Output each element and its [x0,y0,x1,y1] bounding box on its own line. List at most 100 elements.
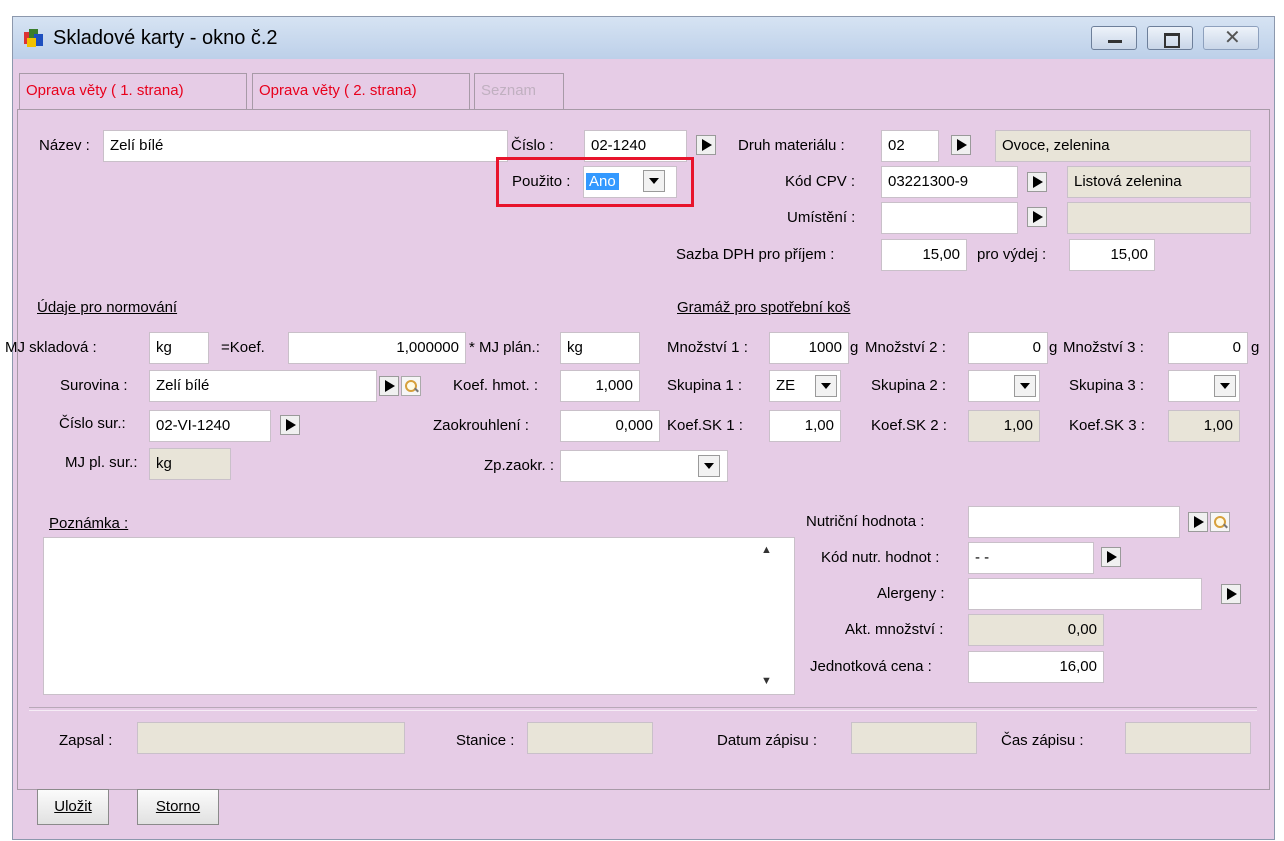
unit-price-field[interactable]: 16,00 [968,651,1104,683]
maximize-icon [1164,33,1180,48]
stock-unit-field[interactable]: kg [149,332,209,364]
number-lookup-icon[interactable] [696,135,716,155]
group2-dropdown-icon[interactable] [1014,375,1036,397]
station-label: Stanice : [456,732,515,749]
quantity1-label: Množství 1 : [667,339,748,356]
used-dropdown-icon[interactable] [643,170,665,192]
raw-material-label: Surovina : [60,377,128,394]
location-text [1067,202,1251,234]
title-bar: Skladové karty - okno č.2 ✕ [13,17,1274,59]
location-label: Umístění : [787,209,856,226]
current-qty-field: 0,00 [968,614,1104,646]
used-value: Ano [586,173,619,190]
allergens-field[interactable] [968,578,1202,610]
time-field [1125,722,1251,754]
material-type-label: Druh materiálu : [738,137,845,154]
nutrition-lookup-icon[interactable] [1188,512,1208,532]
material-type-lookup-icon[interactable] [951,135,971,155]
note-textarea[interactable] [43,537,795,695]
date-field [851,722,977,754]
weight-coef-field[interactable]: 1,000 [560,370,640,402]
save-button[interactable]: Uložit [37,789,109,825]
material-type-field[interactable]: 02 [881,130,939,162]
nutrition-code-lookup-icon[interactable] [1101,547,1121,567]
quantity3-field[interactable]: 0 [1168,332,1248,364]
current-qty-label: Akt. množství : [845,621,944,638]
minimize-button[interactable] [1091,26,1137,50]
nutrition-search-icon[interactable] [1210,512,1230,532]
cpv-field[interactable]: 03221300-9 [881,166,1018,198]
maximize-button[interactable] [1147,26,1193,50]
cpv-text: Listová zelenina [1067,166,1251,198]
raw-plan-unit-field: kg [149,448,231,480]
group-coef2-label: Koef.SK 2 : [871,417,947,434]
footer-divider [29,707,1257,711]
tab-page-2[interactable]: Oprava věty ( 2. strana) [252,73,470,109]
cpv-lookup-icon[interactable] [1027,172,1047,192]
quantity3-label: Množství 3 : [1063,339,1144,356]
tab-page-1[interactable]: Oprava věty ( 1. strana) [19,73,247,109]
cancel-button[interactable]: Storno [137,789,219,825]
raw-number-lookup-icon[interactable] [280,415,300,435]
minimize-icon [1108,40,1122,43]
group3-dropdown-icon[interactable] [1214,375,1236,397]
scroll-down-icon[interactable]: ▼ [761,675,772,687]
unit-price-label: Jednotková cena : [810,658,932,675]
group1-label: Skupina 1 : [667,377,743,394]
nutrition-code-field[interactable]: - - [968,542,1094,574]
written-by-label: Zapsal : [59,732,113,749]
group-coef3-label: Koef.SK 3 : [1069,417,1145,434]
allergens-lookup-icon[interactable] [1221,584,1241,604]
app-icon [24,29,43,47]
group1-dropdown-icon[interactable] [815,375,837,397]
stock-unit-label: MJ skladová : [5,339,97,356]
tab-list[interactable]: Seznam [474,73,564,109]
raw-number-field[interactable]: 02-VI-1240 [149,410,271,442]
note-label: Poznámka : [49,515,129,532]
number-label: Číslo : [511,137,554,154]
vat-in-label: Sazba DPH pro příjem : [676,246,835,263]
group-coef1-field[interactable]: 1,00 [769,410,841,442]
quantity2-unit: g [1049,339,1058,356]
nutrition-value-label: Nutriční hodnota : [806,513,925,530]
quantity1-field[interactable]: 1000 [769,332,849,364]
vat-in-field[interactable]: 15,00 [881,239,967,271]
quantity2-field[interactable]: 0 [968,332,1048,364]
rounding-label: Zaokrouhlení : [433,417,529,434]
group-coef1-label: Koef.SK 1 : [667,417,743,434]
quantity1-unit: g [850,339,859,356]
name-label: Název : [39,137,90,154]
nutrition-value-field[interactable] [968,506,1180,538]
rounding-method-dropdown-icon[interactable] [698,455,720,477]
group3-label: Skupina 3 : [1069,377,1145,394]
raw-material-field[interactable]: Zelí bílé [149,370,377,402]
consumer-basket-heading: Gramáž pro spotřební koš [677,299,851,316]
weight-coef-label: Koef. hmot. : [453,377,539,394]
group-coef2-field: 1,00 [968,410,1040,442]
vat-out-field[interactable]: 15,00 [1069,239,1155,271]
close-icon: ✕ [1224,27,1241,49]
plan-unit-field[interactable]: kg [560,332,640,364]
group-coef3-field: 1,00 [1168,410,1240,442]
window-title: Skladové karty - okno č.2 [53,27,278,49]
location-lookup-icon[interactable] [1027,207,1047,227]
cpv-label: Kód CPV : [785,173,856,190]
coefficient-label: =Koef. [221,339,265,356]
raw-material-search-icon[interactable] [401,376,421,396]
material-type-text: Ovoce, zelenina [995,130,1251,162]
rounding-field[interactable]: 0,000 [560,410,660,442]
date-label: Datum zápisu : [717,732,818,749]
name-field[interactable]: Zelí bílé [103,130,508,162]
station-field [527,722,653,754]
location-field[interactable] [881,202,1018,234]
raw-number-label: Číslo sur.: [59,415,126,432]
written-by-field [137,722,405,754]
nutrition-code-label: Kód nutr. hodnot : [821,549,940,566]
close-button[interactable]: ✕ [1203,26,1259,50]
scroll-up-icon[interactable]: ▲ [761,544,772,556]
window: Skladové karty - okno č.2 ✕ Oprava věty … [5,16,1275,840]
raw-material-lookup-icon[interactable] [379,376,399,396]
coefficient-field[interactable]: 1,000000 [288,332,466,364]
rounding-method-label: Zp.zaokr. : [484,457,555,474]
plan-unit-label: * MJ plán.: [469,339,540,356]
